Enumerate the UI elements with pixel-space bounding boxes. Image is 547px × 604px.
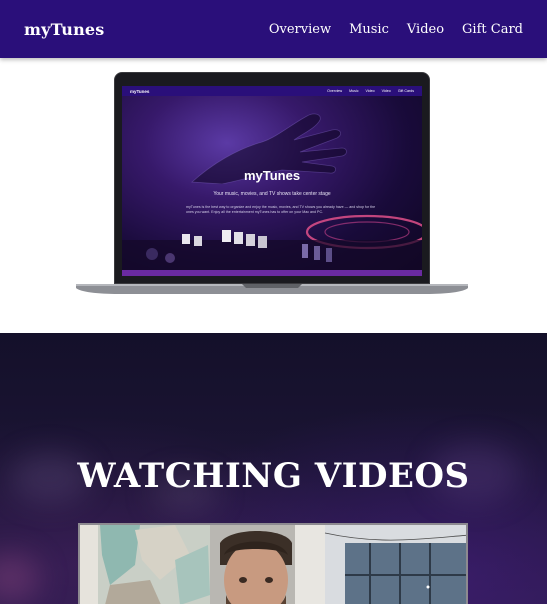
mini-nav: Overview Music Video Video Gift Cards	[327, 89, 414, 93]
section-heading: WATCHING VIDEOS	[77, 456, 470, 497]
brand-logo[interactable]: myTunes	[24, 20, 105, 39]
laptop-showcase-section: myTunes Overview Music Video Video Gift …	[0, 58, 547, 333]
mini-nav-item: Overview	[327, 89, 343, 93]
mini-navbar: myTunes Overview Music Video Video Gift …	[122, 86, 422, 96]
background-blur	[0, 553, 40, 603]
main-nav: Overview Music Video Gift Card	[269, 22, 523, 37]
mini-hero-subtitle: Your music, movies, and TV shows take ce…	[213, 191, 331, 197]
laptop-base	[76, 284, 468, 294]
mini-hero-title: myTunes	[243, 168, 301, 183]
nav-link-video[interactable]: Video	[407, 22, 444, 37]
nav-link-overview[interactable]: Overview	[269, 22, 331, 37]
laptop-lid: myTunes Overview Music Video Video Gift …	[114, 72, 430, 284]
laptop-mockup: myTunes Overview Music Video Video Gift …	[76, 72, 468, 298]
video-player[interactable]	[78, 523, 468, 604]
top-navigation-bar: myTunes Overview Music Video Gift Card	[0, 0, 547, 58]
nav-link-gift-card[interactable]: Gift Card	[462, 22, 523, 37]
laptop-screen: myTunes Overview Music Video Video Gift …	[122, 86, 422, 276]
nav-link-music[interactable]: Music	[349, 22, 389, 37]
mini-brand: myTunes	[130, 88, 150, 94]
mini-nav-item: Music	[349, 89, 359, 93]
dj-deck-illustration	[122, 214, 422, 276]
watching-videos-section: WATCHING VIDEOS	[0, 333, 547, 604]
mini-nav-item: Gift Cards	[397, 89, 414, 93]
mini-nav-item: Video	[365, 89, 375, 93]
video-thumbnail	[80, 525, 466, 604]
mini-nav-item: Video	[381, 89, 391, 93]
